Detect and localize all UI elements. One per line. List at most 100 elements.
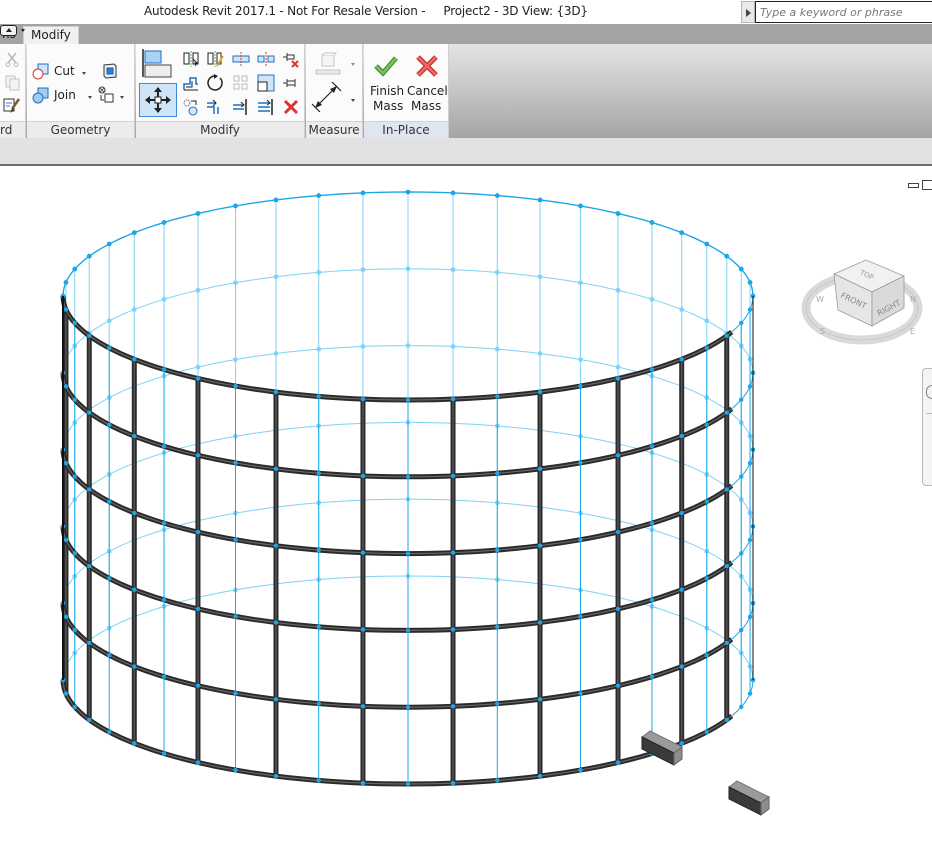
panel-in-place-editor: Finish Mass Cancel Mass In-Place Editor <box>364 44 449 153</box>
grid-node <box>233 203 238 209</box>
grid-node <box>494 346 500 352</box>
tab-modify[interactable]: Modify <box>23 26 79 44</box>
grid-node <box>739 704 744 710</box>
cut-to-clipboard-icon[interactable] <box>3 50 21 68</box>
grid-node <box>537 351 543 356</box>
horizontal-mullion-highlight <box>62 372 733 478</box>
grid-node <box>724 253 730 259</box>
cancel-mass-button[interactable]: Cancel Mass <box>406 50 448 118</box>
split-face-icon[interactable] <box>101 62 119 80</box>
restore-view-icon[interactable] <box>922 180 932 190</box>
array-icon[interactable] <box>232 74 250 92</box>
grid-node <box>724 487 729 492</box>
grid-node <box>537 773 543 779</box>
rotate-icon[interactable] <box>206 74 224 92</box>
aligned-dimension-button[interactable] <box>310 82 358 112</box>
grid-node <box>72 551 77 556</box>
panel-modify: Modify <box>136 44 305 138</box>
options-bar <box>0 138 932 166</box>
grid-node <box>316 471 321 476</box>
split-element-icon[interactable] <box>232 50 250 68</box>
grid-node <box>739 474 744 479</box>
grid-node <box>405 474 411 479</box>
grid-node <box>132 357 137 362</box>
activate-controls-icon[interactable] <box>141 49 173 81</box>
search-input[interactable] <box>755 1 932 23</box>
grid-node <box>679 230 685 236</box>
panel-measure: Measure <box>306 44 363 138</box>
delete-icon[interactable] <box>282 98 300 116</box>
grid-node <box>233 383 238 389</box>
grid-node <box>87 410 92 415</box>
3d-viewport[interactable]: W N S E TOP FRONT RIGHT <box>0 168 932 855</box>
grid-node <box>316 701 321 706</box>
grid-node <box>578 767 583 773</box>
cylinder-mass-model[interactable] <box>0 168 932 855</box>
grid-node <box>273 773 279 779</box>
grid-node <box>704 241 710 247</box>
modify-select-button[interactable] <box>139 83 177 117</box>
steering-wheel-icon[interactable] <box>926 385 932 399</box>
grid-node <box>615 760 621 765</box>
mirror-pick-axis-icon[interactable] <box>182 50 200 68</box>
unpin-icon[interactable] <box>282 50 300 68</box>
grid-node <box>87 640 92 646</box>
cancel-mass-label-line2: Mass <box>411 99 442 113</box>
grid-node <box>578 357 583 362</box>
measure-between-references-icon <box>315 52 341 75</box>
copy-to-clipboard-icon[interactable] <box>3 74 21 92</box>
wall-joins-button[interactable] <box>97 86 129 106</box>
grid-node <box>649 674 655 679</box>
finish-mass-button[interactable]: Finish Mass <box>367 50 405 118</box>
mirror-draw-axis-icon[interactable] <box>206 50 224 68</box>
grid-node <box>106 241 112 247</box>
cut-geometry-button[interactable]: Cut <box>32 62 94 82</box>
modify-select-icon <box>145 87 171 113</box>
navigation-bar[interactable] <box>922 368 932 486</box>
join-geometry-button[interactable]: Join <box>32 86 98 106</box>
horizontal-mullion-highlight <box>62 679 733 785</box>
finish-mass-label-line2: Mass <box>373 99 404 113</box>
horizontal-mullion <box>60 526 734 633</box>
grid-node <box>195 376 201 381</box>
grid-node <box>161 220 167 225</box>
panel-label-geometry: Geometry <box>27 121 134 138</box>
panel-clipboard: rd <box>0 44 26 138</box>
trim-extend-multiple-icon[interactable] <box>257 98 275 116</box>
join-dropdown-arrow[interactable] <box>88 96 92 99</box>
grid-node <box>405 189 411 195</box>
grid-node <box>233 614 238 619</box>
grid-node <box>724 333 729 338</box>
split-with-gap-icon[interactable] <box>257 50 275 68</box>
grid-node <box>450 473 456 479</box>
trim-extend-single-icon[interactable] <box>232 98 250 116</box>
grid-node <box>195 529 201 535</box>
grid-node <box>195 287 201 293</box>
grid-node <box>72 627 77 633</box>
compass-label-e: E <box>910 327 915 336</box>
grid-node <box>360 704 366 709</box>
grid-node <box>273 389 279 395</box>
copy-icon[interactable] <box>182 98 200 116</box>
match-type-properties-icon[interactable] <box>3 97 21 115</box>
grid-node <box>63 460 69 466</box>
grid-node <box>233 280 238 286</box>
minimize-view-icon[interactable] <box>908 183 919 188</box>
pin-icon[interactable] <box>282 74 300 92</box>
cut-dropdown-arrow[interactable] <box>82 72 86 75</box>
grid-node <box>132 510 137 516</box>
grid-node <box>747 460 753 466</box>
grid-node <box>578 691 583 696</box>
grid-node <box>72 266 78 272</box>
search-expand-button[interactable] <box>741 1 755 23</box>
grid-node <box>679 664 684 669</box>
viewcube[interactable]: W N S E TOP FRONT RIGHT <box>800 246 930 356</box>
grid-node <box>273 697 279 702</box>
grid-node <box>360 473 366 479</box>
grid-node <box>107 499 112 504</box>
offset-icon[interactable] <box>182 74 200 92</box>
measure-button[interactable] <box>314 52 358 78</box>
trim-extend-corner-icon[interactable] <box>206 98 224 116</box>
infocenter-search <box>741 1 932 23</box>
scale-icon[interactable] <box>257 74 275 92</box>
